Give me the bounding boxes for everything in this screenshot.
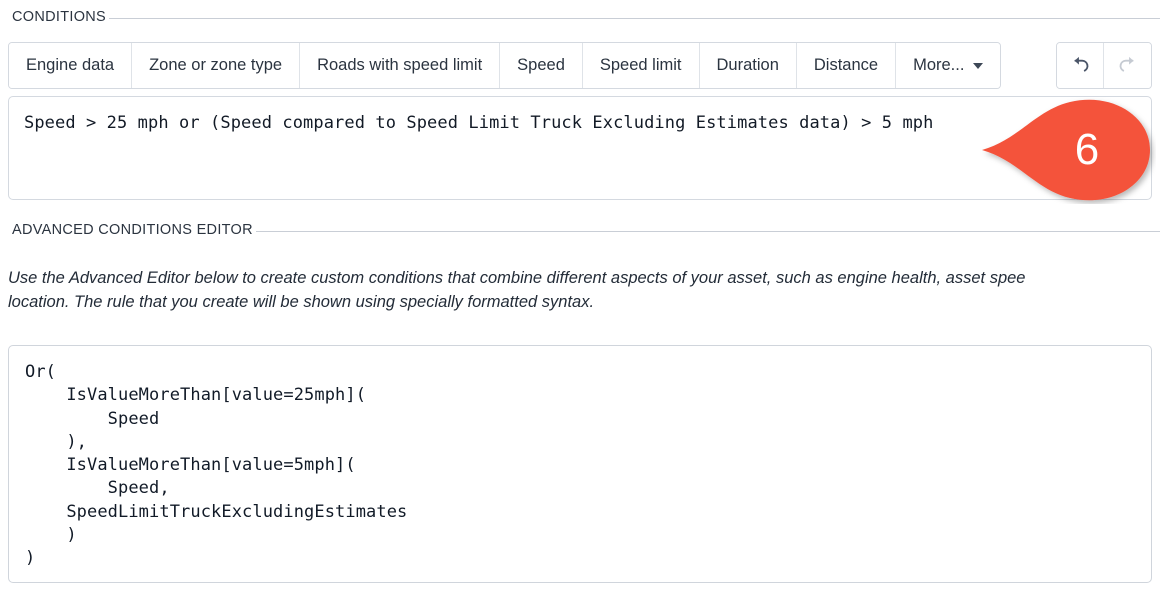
advanced-conditions-code-text[interactable]: Or( IsValueMoreThan[value=25mph]( Speed … [9, 346, 1151, 571]
advanced-conditions-editor-header: ADVANCED CONDITIONS EDITOR [12, 222, 1160, 238]
advanced-conditions-code-editor[interactable]: Or( IsValueMoreThan[value=25mph]( Speed … [8, 345, 1152, 583]
toolbar-button-speed[interactable]: Speed [500, 43, 583, 88]
redo-icon [1116, 52, 1140, 79]
condition-expression-text: Speed > 25 mph or (Speed compared to Spe… [24, 113, 934, 133]
advanced-conditions-editor-title: ADVANCED CONDITIONS EDITOR [12, 222, 253, 238]
history-button-group [1056, 42, 1152, 89]
more-button-label: More... [913, 56, 965, 75]
toolbar-button-zone-or-zone-type[interactable]: Zone or zone type [132, 43, 301, 88]
toolbar-button-more[interactable]: More... [896, 43, 1001, 88]
chevron-down-icon [973, 62, 984, 69]
advanced-editor-description-line-1: Use the Advanced Editor below to create … [8, 269, 1026, 287]
toolbar-button-speed-limit[interactable]: Speed limit [582, 43, 700, 88]
condition-type-button-group: Engine data Zone or zone type Roads with… [8, 42, 1002, 89]
advanced-editor-description: Use the Advanced Editor below to create … [8, 266, 1160, 315]
advanced-header-rule [255, 230, 1160, 232]
toolbar-button-roads-with-speed-limit[interactable]: Roads with speed limit [300, 43, 501, 88]
toolbar-button-engine-data[interactable]: Engine data [9, 43, 133, 88]
undo-icon [1068, 52, 1092, 79]
condition-expression-box[interactable]: Speed > 25 mph or (Speed compared to Spe… [8, 96, 1152, 200]
toolbar-button-duration[interactable]: Duration [699, 43, 797, 88]
conditions-section-title: CONDITIONS [12, 9, 107, 25]
undo-button[interactable] [1057, 43, 1104, 88]
conditions-section-header: CONDITIONS [12, 9, 1160, 25]
redo-button[interactable] [1104, 43, 1151, 88]
conditions-header-rule [109, 17, 1160, 19]
conditions-toolbar: Engine data Zone or zone type Roads with… [8, 42, 1152, 89]
toolbar-button-distance[interactable]: Distance [796, 43, 897, 88]
advanced-editor-description-line-2: location. The rule that you create will … [8, 293, 595, 312]
